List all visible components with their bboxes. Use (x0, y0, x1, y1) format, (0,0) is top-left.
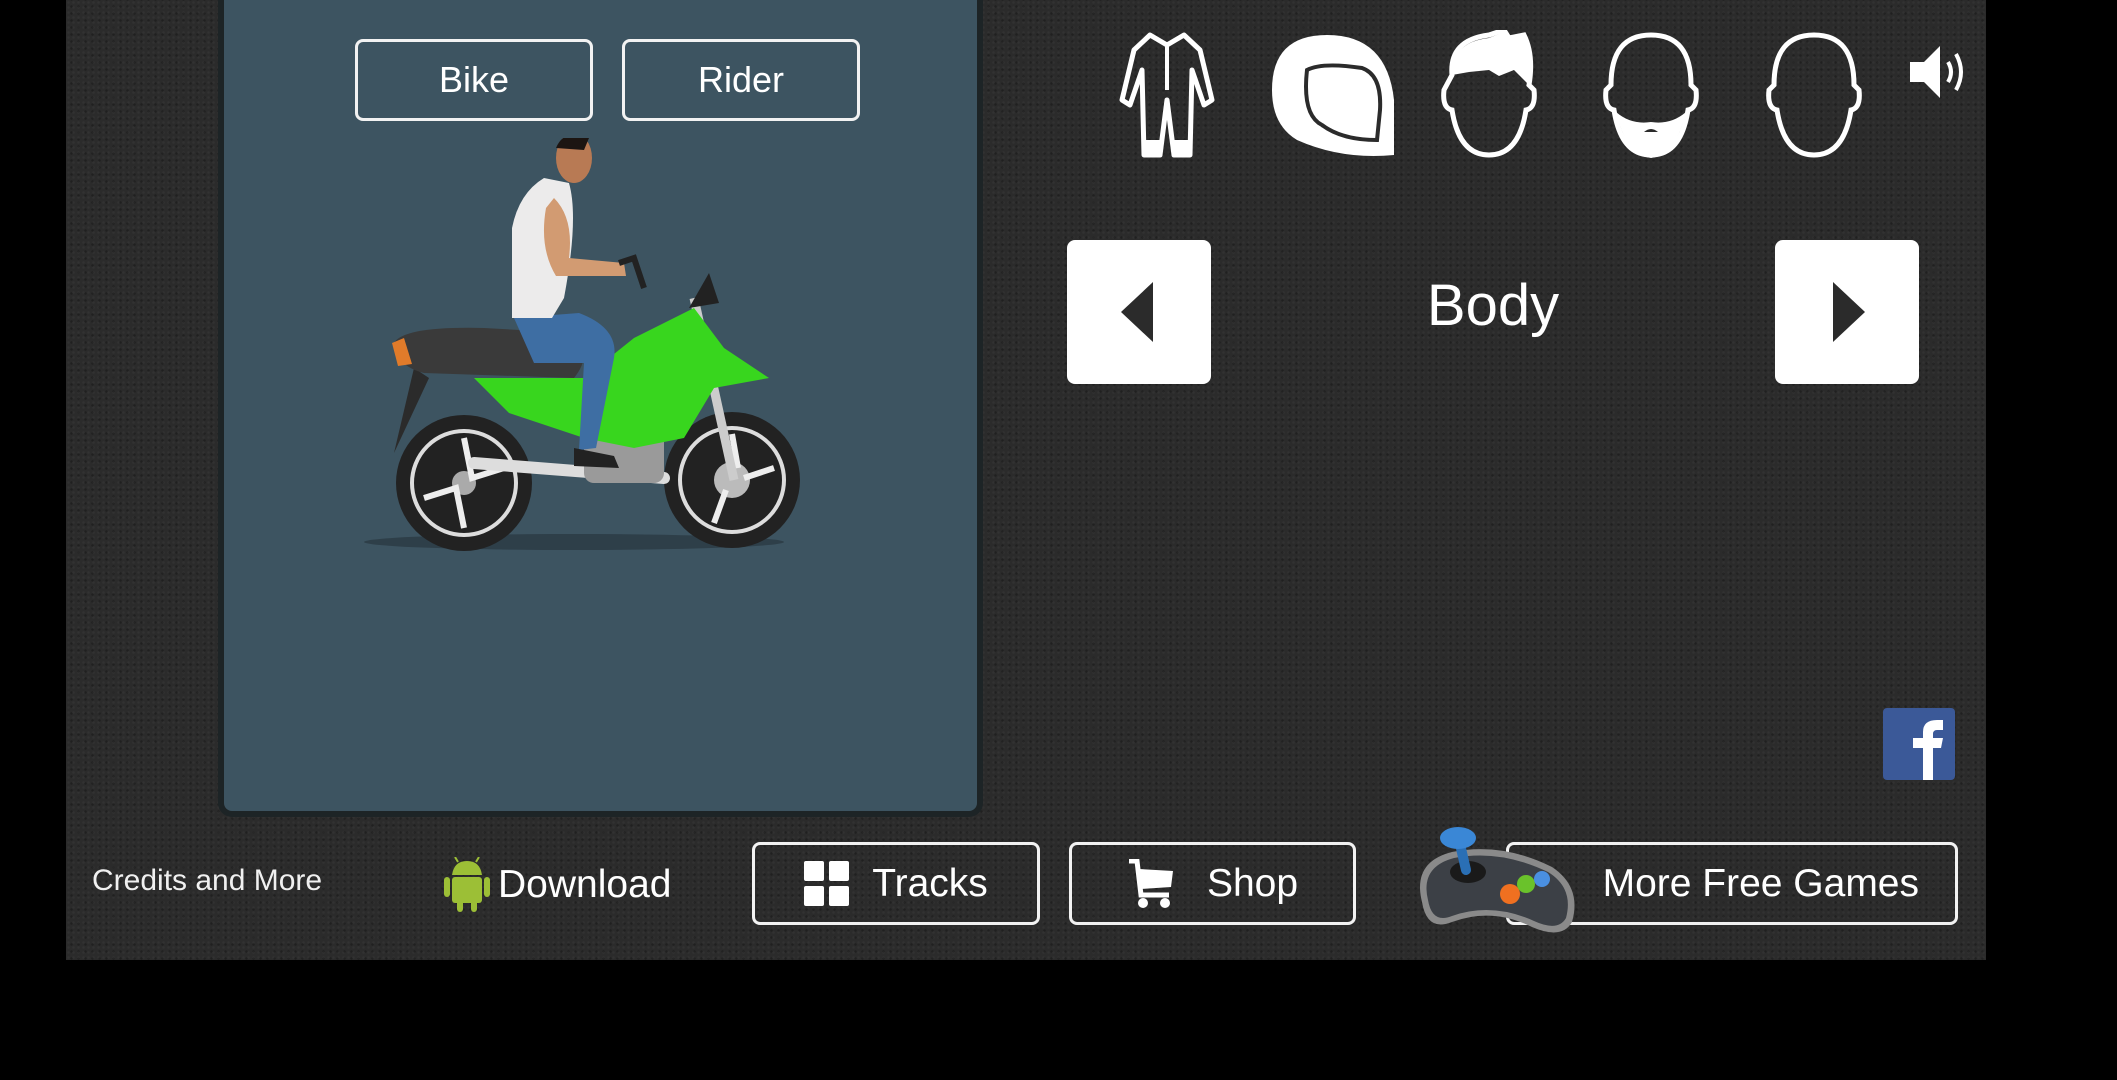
speaker-icon[interactable] (1906, 40, 1970, 104)
shopping-cart-icon (1128, 858, 1173, 908)
rider-bike-preview (364, 138, 800, 551)
download-label: Download (498, 863, 672, 906)
triangle-left-icon (1121, 282, 1153, 342)
tracks-button[interactable]: Tracks (752, 842, 1040, 925)
facebook-button[interactable] (1883, 708, 1955, 780)
next-button[interactable] (1775, 240, 1919, 384)
bike-tab-button[interactable]: Bike (355, 39, 593, 121)
rear-wheel (396, 415, 532, 551)
tracks-label: Tracks (872, 861, 988, 905)
rider-tab-button[interactable]: Rider (622, 39, 860, 121)
more-games-label: More Free Games (1602, 861, 1919, 905)
triangle-right-icon (1833, 282, 1865, 342)
preview-panel: Bike Rider (218, 0, 983, 817)
face-icon[interactable] (1759, 30, 1869, 160)
android-icon (444, 857, 490, 912)
game-screen: Bike Rider Body Credits and More Downloa… (66, 0, 1986, 960)
shop-button[interactable]: Shop (1069, 842, 1356, 925)
hair-icon[interactable] (1434, 30, 1544, 160)
credits-link[interactable]: Credits and More (92, 864, 322, 898)
beard-icon[interactable] (1596, 30, 1706, 160)
helmet-icon[interactable] (1262, 30, 1396, 160)
game-controller-icon[interactable] (1412, 822, 1582, 940)
category-label: Body (1426, 273, 1560, 338)
suit-icon[interactable] (1112, 30, 1222, 160)
rider-arm (543, 198, 626, 276)
download-link[interactable]: Download (442, 855, 671, 915)
previous-button[interactable] (1067, 240, 1211, 384)
facebook-icon (1913, 720, 1943, 780)
shop-label: Shop (1206, 861, 1299, 905)
grid-icon (804, 860, 850, 906)
